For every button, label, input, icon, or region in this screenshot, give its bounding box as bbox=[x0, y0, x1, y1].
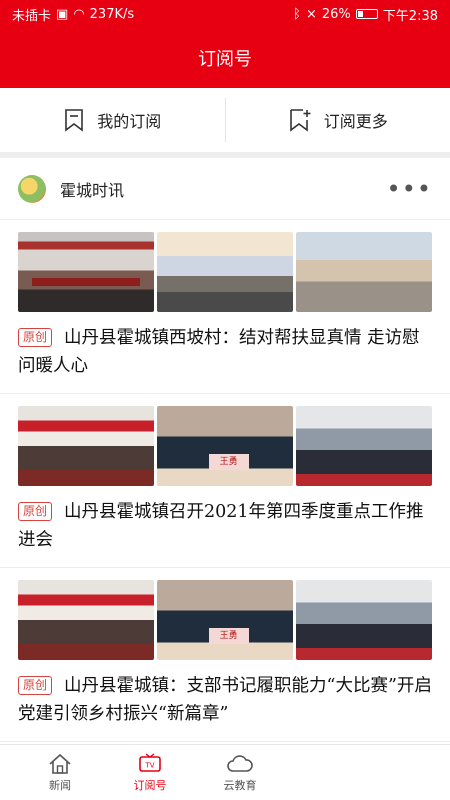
nav-item-label: 云教育 bbox=[223, 778, 257, 792]
article-title-text: 山丹县霍城镇：支部书记履职能力“大比赛”开启党建引领乡村振兴“新篇章” bbox=[18, 676, 432, 724]
my-subscriptions-button[interactable]: 我的订阅 bbox=[0, 88, 225, 152]
audience-photo bbox=[296, 580, 432, 660]
visit-photo bbox=[157, 232, 293, 312]
battery-icon bbox=[355, 9, 378, 19]
app-header: 订阅号 bbox=[0, 28, 450, 88]
channel-avatar[interactable] bbox=[18, 174, 46, 203]
status-bar: 未插卡 ▣ ◠ 237K/s ᛒ × 26% 下午2:38 bbox=[0, 0, 450, 28]
article-title-text: 山丹县霍城镇西坡村：结对帮扶显真情 走访慰问暖人心 bbox=[18, 328, 420, 376]
page-title: 订阅号 bbox=[198, 49, 252, 70]
article-thumbnails bbox=[18, 232, 432, 312]
svg-text:TV: TV bbox=[144, 761, 154, 769]
speaker-photo bbox=[157, 406, 293, 486]
tv-icon: TV bbox=[139, 752, 161, 772]
speaker-photo bbox=[157, 580, 293, 660]
carrier-label: 未插卡 bbox=[12, 8, 52, 24]
subscribe-more-button[interactable]: 订阅更多 bbox=[226, 88, 450, 152]
bottom-nav: 新闻 TV 订阅号 云教育 bbox=[0, 744, 450, 800]
article-title[interactable]: 原创 山丹县霍城镇：支部书记履职能力“大比赛”开启党建引领乡村振兴“新篇章” bbox=[18, 672, 432, 728]
nav-item-news[interactable]: 新闻 bbox=[15, 745, 105, 800]
article-item[interactable]: 原创山丹县霍城镇：支部书记履职能力“大比赛”开启党建引领乡村振兴“新篇章” bbox=[0, 568, 450, 742]
article-feed[interactable]: 霍城时讯 ••• 原创山丹县霍城镇西坡村：结对帮扶显真情 走访慰问暖人心 原创山… bbox=[0, 158, 450, 744]
nav-item-subscriptions[interactable]: TV 订阅号 bbox=[105, 745, 195, 800]
more-dots-icon[interactable]: ••• bbox=[387, 175, 432, 203]
article-title-text: 山丹县霍城镇召开2021年第四季度重点工作推进会 bbox=[18, 502, 424, 550]
original-badge: 原创 bbox=[18, 676, 53, 695]
channel-header[interactable]: 霍城时讯 ••• bbox=[0, 158, 450, 220]
house-icon bbox=[49, 753, 71, 774]
nav-item-label: 新闻 bbox=[49, 778, 71, 792]
article-title[interactable]: 原创 山丹县霍城镇西坡村：结对帮扶显真情 走访慰问暖人心 bbox=[18, 324, 432, 380]
bluetooth-icon: ᛒ bbox=[293, 6, 301, 22]
article-thumbnails bbox=[18, 406, 432, 486]
nav-item-label: 订阅号 bbox=[133, 778, 167, 792]
meeting-photo bbox=[18, 232, 154, 312]
article-thumbnails bbox=[18, 580, 432, 660]
my-subscriptions-label: 我的订阅 bbox=[97, 112, 162, 131]
article-title[interactable]: 原创 山丹县霍城镇召开2021年第四季度重点工作推进会 bbox=[18, 498, 432, 554]
cloud-icon bbox=[227, 754, 253, 772]
wifi-icon: ◠ bbox=[73, 6, 85, 22]
status-time: 下午2:38 bbox=[382, 8, 438, 24]
audience-photo bbox=[296, 406, 432, 486]
village-street-photo bbox=[296, 232, 432, 312]
article-item[interactable]: 原创 山丹县霍城镇西坡村：结对帮扶显真情 走访慰问暖人心 bbox=[0, 220, 450, 394]
network-speed: 237K/s bbox=[89, 6, 135, 22]
mute-icon: × bbox=[305, 6, 317, 22]
battery-percent: 26% bbox=[321, 6, 351, 22]
conference-hall-photo bbox=[18, 406, 154, 486]
nav-item-cloud-education[interactable]: 云教育 bbox=[195, 745, 285, 800]
original-badge: 原创 bbox=[18, 328, 53, 347]
bookmark-list-icon bbox=[65, 109, 84, 132]
channel-name[interactable]: 霍城时讯 bbox=[60, 177, 387, 201]
conference-hall-photo bbox=[18, 580, 154, 660]
sim-card-icon: ▣ bbox=[56, 6, 69, 22]
article-item[interactable]: 原创山丹县霍城镇召开2021年第四季度重点工作推进会 bbox=[0, 394, 450, 568]
bookmark-add-icon bbox=[289, 109, 311, 132]
subscription-tabs: 我的订阅 订阅更多 bbox=[0, 88, 450, 158]
original-badge: 原创 bbox=[18, 502, 53, 521]
subscribe-more-label: 订阅更多 bbox=[323, 112, 388, 131]
